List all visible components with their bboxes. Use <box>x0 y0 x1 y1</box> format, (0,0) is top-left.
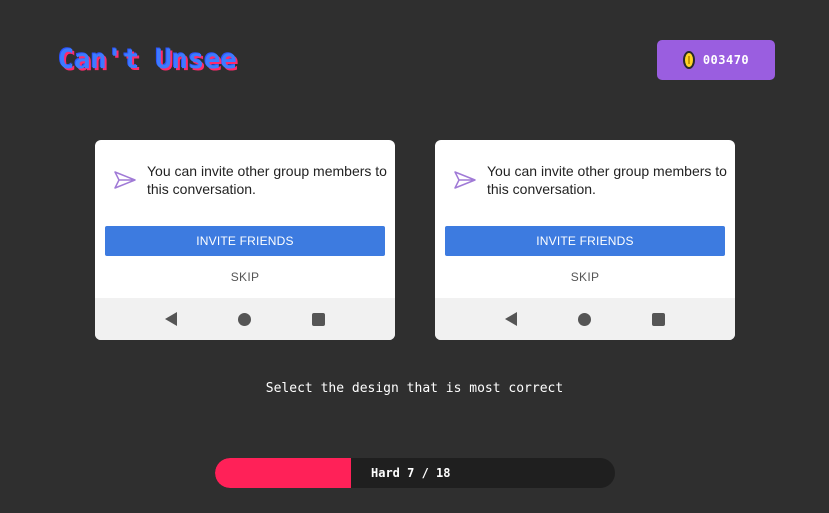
card-message: You can invite other group members to th… <box>487 163 727 197</box>
send-icon <box>454 171 476 189</box>
recent-apps-icon <box>651 312 665 326</box>
home-icon <box>577 312 591 326</box>
level-progress-bar: Hard 7 / 18 <box>215 458 615 488</box>
skip-button[interactable]: SKIP <box>435 270 735 284</box>
design-option-right[interactable]: You can invite other group members to th… <box>435 140 735 340</box>
send-icon <box>114 171 136 189</box>
home-icon <box>237 312 251 326</box>
instruction-text: Select the design that is most correct <box>265 381 564 396</box>
skip-button[interactable]: SKIP <box>95 270 395 284</box>
back-icon <box>505 312 518 326</box>
card-message: You can invite other group members to th… <box>147 163 387 197</box>
android-nav-bar <box>95 298 395 340</box>
android-nav-bar <box>435 298 735 340</box>
invite-friends-button[interactable]: INVITE FRIENDS <box>105 226 385 256</box>
coin-icon <box>682 51 695 69</box>
progress-fill <box>215 458 351 488</box>
app-logo: Can't Unsee <box>58 44 237 75</box>
back-icon <box>165 312 178 326</box>
invite-friends-button[interactable]: INVITE FRIENDS <box>445 226 725 256</box>
coin-counter: 003470 <box>657 40 775 80</box>
design-option-left[interactable]: You can invite other group members to th… <box>95 140 395 340</box>
progress-label: Hard 7 / 18 <box>371 466 451 480</box>
coin-count: 003470 <box>702 53 750 67</box>
recent-apps-icon <box>311 312 325 326</box>
